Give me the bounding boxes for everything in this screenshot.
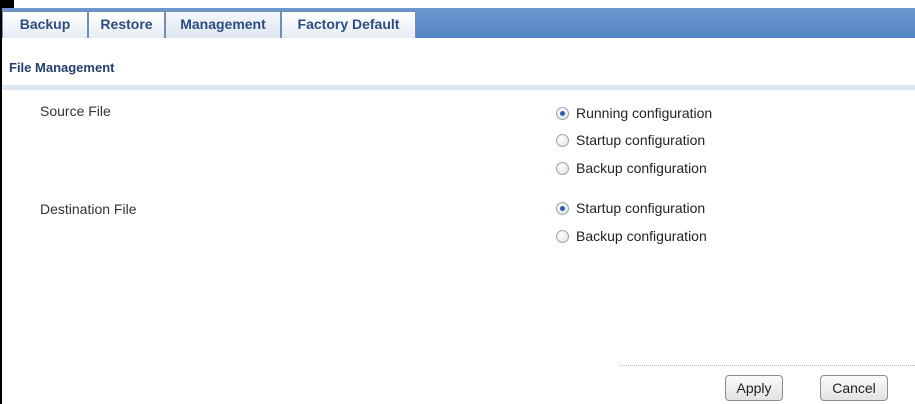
file-management-window: Backup Restore Management Factory Defaul… bbox=[0, 0, 915, 404]
cancel-button[interactable]: Cancel bbox=[820, 375, 888, 401]
source-running-config-option[interactable]: Running configuration bbox=[556, 104, 712, 122]
radio-unchecked-icon[interactable] bbox=[556, 161, 569, 175]
radio-unchecked-icon[interactable] bbox=[556, 133, 569, 147]
tab-bar: Backup Restore Management Factory Defaul… bbox=[2, 8, 915, 38]
tab-management[interactable]: Management bbox=[165, 11, 281, 38]
caption-fragment bbox=[0, 0, 14, 8]
destination-backup-config-option[interactable]: Backup configuration bbox=[556, 227, 707, 245]
left-border bbox=[0, 8, 2, 404]
source-startup-config-option[interactable]: Startup configuration bbox=[556, 131, 705, 149]
apply-button[interactable]: Apply bbox=[725, 375, 783, 401]
tab-restore[interactable]: Restore bbox=[88, 11, 165, 38]
source-file-label: Source File bbox=[40, 103, 111, 119]
option-label: Startup configuration bbox=[576, 132, 706, 148]
section-title: File Management bbox=[9, 60, 115, 75]
radio-checked-icon[interactable] bbox=[556, 106, 569, 120]
option-label: Running configuration bbox=[576, 105, 713, 121]
section-divider bbox=[2, 85, 915, 90]
destination-file-label: Destination File bbox=[40, 201, 137, 217]
source-backup-config-option[interactable]: Backup configuration bbox=[556, 159, 707, 177]
option-label: Backup configuration bbox=[576, 160, 707, 176]
option-label: Backup configuration bbox=[576, 228, 707, 244]
option-label: Startup configuration bbox=[576, 200, 706, 216]
radio-checked-icon[interactable] bbox=[556, 201, 569, 215]
button-divider bbox=[620, 365, 915, 366]
tab-factory-default[interactable]: Factory Default bbox=[281, 11, 416, 38]
tab-backup[interactable]: Backup bbox=[2, 11, 88, 38]
radio-unchecked-icon[interactable] bbox=[556, 229, 569, 243]
destination-startup-config-option[interactable]: Startup configuration bbox=[556, 199, 705, 217]
